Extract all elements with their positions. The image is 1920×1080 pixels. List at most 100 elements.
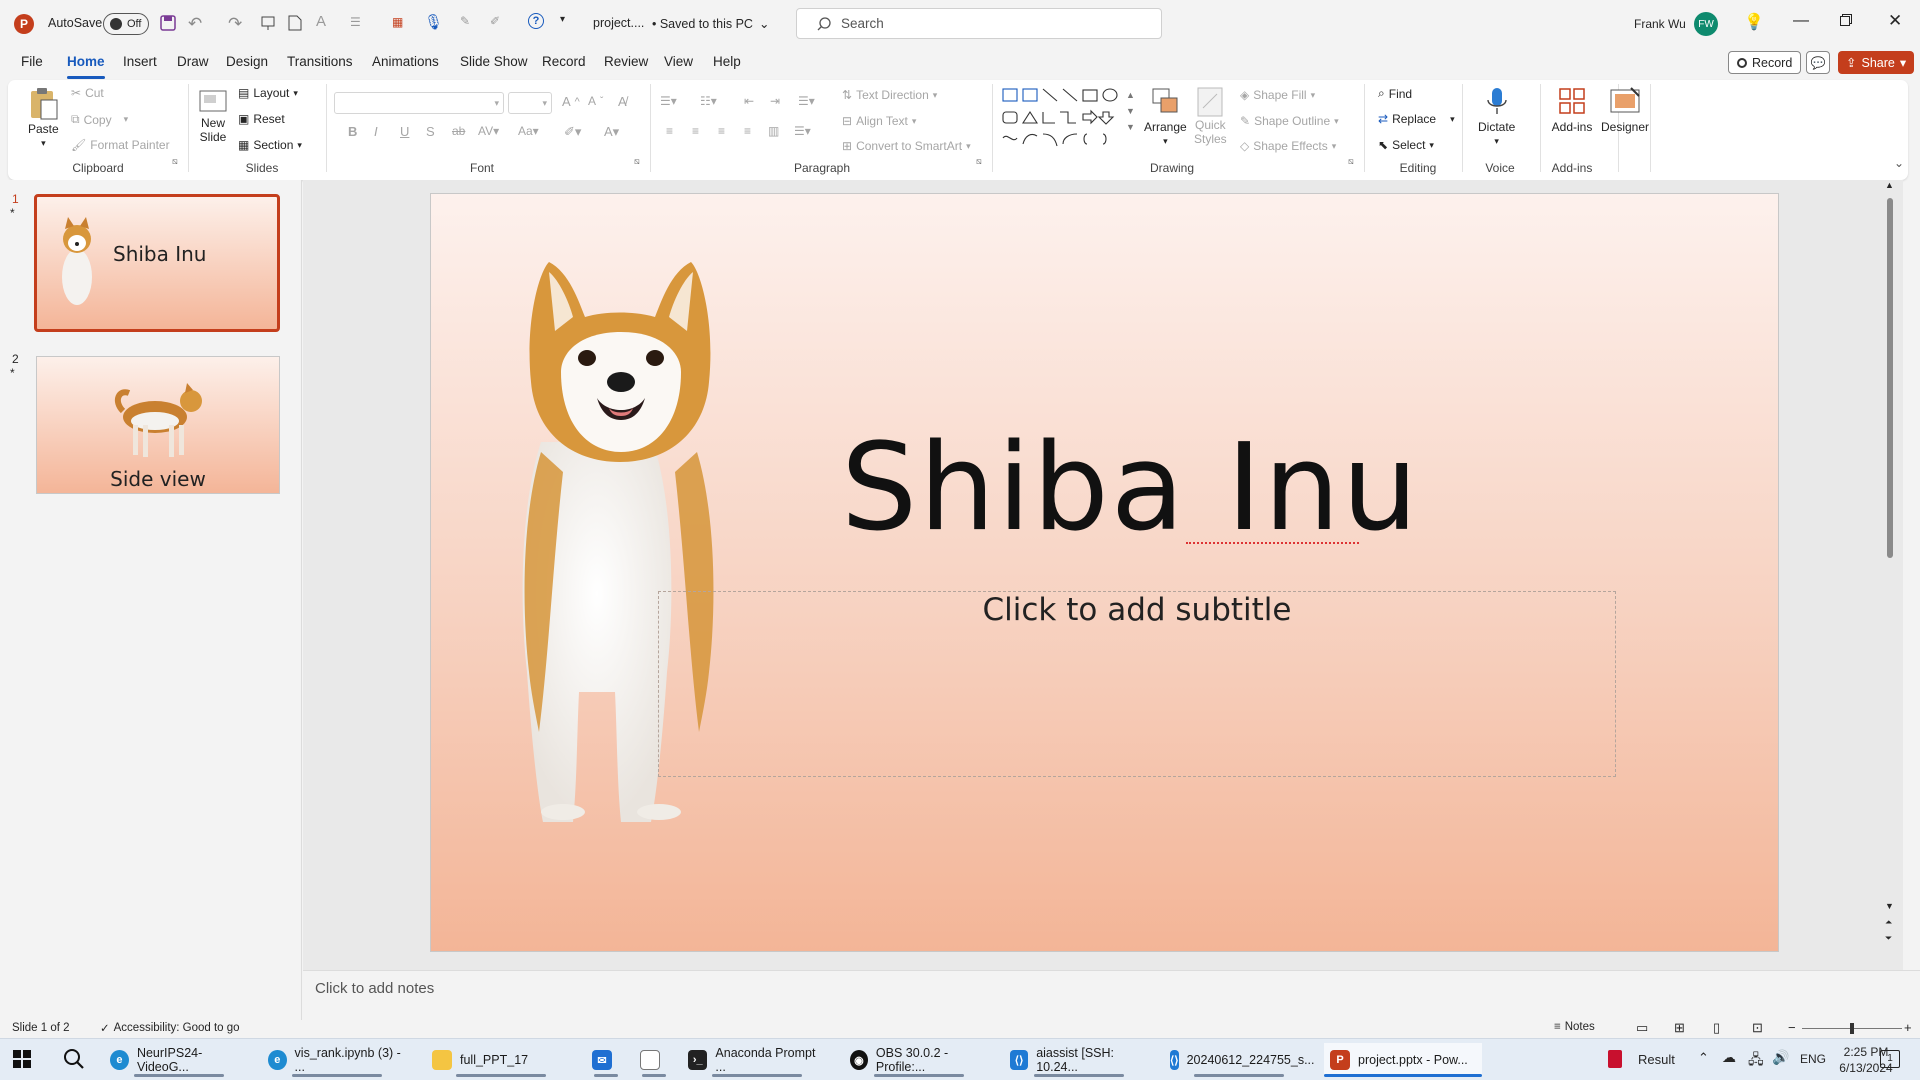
taskbar-item-vscode[interactable]: ⟨⟩ 20240612_224755_s...	[1164, 1043, 1315, 1077]
present-icon[interactable]	[260, 15, 276, 31]
spacing-icon[interactable]: ☰	[350, 15, 361, 29]
justify-icon[interactable]: ≡	[744, 124, 751, 138]
collapse-ribbon-icon[interactable]: ⌄	[1894, 156, 1904, 170]
save-status[interactable]: • Saved to this PC ⌄	[652, 16, 769, 32]
microphone-icon[interactable]: 🎙	[424, 13, 443, 31]
slide-sorter-icon[interactable]: ⊞	[1674, 1020, 1685, 1036]
bold-icon[interactable]: B	[348, 124, 357, 139]
numbering-icon[interactable]: ☷▾	[700, 94, 717, 108]
taskbar-item-vscode[interactable]: ⟨⟩ aiassist [SSH: 10.24...	[1004, 1043, 1154, 1077]
taskbar-item-edge[interactable]: e NeurIPS24-VideoG...	[104, 1043, 254, 1077]
smartart-icon[interactable]: ▦	[392, 15, 403, 29]
taskbar-item-mail[interactable]: ✉	[586, 1043, 626, 1077]
tab-draw[interactable]: Draw	[177, 54, 209, 69]
tab-review[interactable]: Review	[604, 54, 648, 69]
search-icon[interactable]	[62, 1048, 84, 1070]
tab-insert[interactable]: Insert	[123, 54, 157, 69]
tab-view[interactable]: View	[664, 54, 693, 69]
scrollbar-thumb[interactable]	[1887, 198, 1893, 558]
grow-font-icon[interactable]: A ^	[562, 94, 580, 109]
taskbar-item-explorer[interactable]: full_PPT_17	[426, 1043, 576, 1077]
shape-outline-button[interactable]: ✎ Shape Outline ▾	[1240, 114, 1339, 128]
zoom-slider-thumb[interactable]	[1850, 1023, 1854, 1034]
highlighter-icon[interactable]: ✐	[490, 14, 500, 28]
font-color-icon[interactable]: A▾	[604, 124, 619, 140]
quick-styles-button[interactable]: Quick Styles	[1194, 86, 1227, 146]
align-left-icon[interactable]: ≡	[666, 124, 673, 138]
notification-icon[interactable]: 1	[1880, 1050, 1900, 1068]
shape-fill-button[interactable]: ◈ Shape Fill ▾	[1240, 88, 1315, 102]
change-case-icon[interactable]: Aa▾	[518, 124, 539, 138]
lightbulb-icon[interactable]: 💡	[1744, 12, 1764, 32]
avatar[interactable]: FW	[1694, 12, 1718, 36]
text-align-distributed-icon[interactable]: ☰▾	[794, 124, 811, 138]
italic-icon[interactable]: I	[374, 124, 378, 139]
align-center-icon[interactable]: ≡	[692, 124, 699, 138]
accessibility-status[interactable]: ✓ Accessibility: Good to go	[100, 1021, 240, 1035]
convert-smartart-button[interactable]: ⊞ Convert to SmartArt ▾	[842, 139, 971, 153]
new-slide-button[interactable]: New Slide	[198, 86, 228, 144]
align-right-icon[interactable]: ≡	[718, 124, 725, 138]
decrease-indent-icon[interactable]: ⇤	[744, 94, 754, 108]
increase-indent-icon[interactable]: ⇥	[770, 94, 780, 108]
user-name[interactable]: Frank Wu	[1634, 17, 1686, 31]
normal-view-icon[interactable]: ▭	[1636, 1020, 1648, 1036]
cloud-icon[interactable]: ☁	[1722, 1049, 1736, 1066]
tab-home[interactable]: Home	[67, 54, 105, 79]
underline-icon[interactable]: U	[400, 124, 409, 139]
taskbar-item-powerpoint[interactable]: Pproject.pptx - Pow...	[1324, 1043, 1482, 1077]
tab-design[interactable]: Design	[226, 54, 268, 69]
slide-canvas[interactable]: Shiba Inu Click to add subtitle	[430, 193, 1779, 952]
undo-icon[interactable]: ↶	[188, 14, 202, 34]
highlight-color-icon[interactable]: ✐▾	[564, 124, 581, 140]
zoom-in-icon[interactable]: +	[1904, 1020, 1912, 1035]
align-text-button[interactable]: ⊟ Align Text ▾	[842, 114, 916, 128]
new-file-icon[interactable]	[288, 15, 302, 31]
minimize-icon[interactable]: —	[1793, 12, 1809, 30]
shapes-more-icon[interactable]: ▲ ▼ ▼	[1126, 90, 1135, 132]
autosave-toggle[interactable]: Off	[103, 13, 149, 35]
slide-title[interactable]: Shiba Inu	[841, 419, 1420, 558]
dialog-launcher-icon[interactable]: ⧅	[976, 156, 982, 167]
shapes-gallery[interactable]	[1000, 86, 1124, 148]
reset-button[interactable]: ▣ Reset	[238, 112, 285, 126]
find-button[interactable]: ⌕ Find	[1378, 86, 1412, 101]
copy-button[interactable]: ⧉ Copy ▾	[71, 112, 128, 127]
line-spacing-icon[interactable]: ☰▾	[798, 94, 815, 108]
share-button[interactable]: ⇪ Share ▾	[1838, 51, 1915, 74]
nba-icon[interactable]	[1608, 1050, 1622, 1068]
help-icon[interactable]: ?	[528, 13, 544, 29]
tab-transitions[interactable]: Transitions	[287, 54, 353, 69]
notes-pane[interactable]: Click to add notes	[303, 970, 1920, 1020]
scroll-up-icon[interactable]: ▲	[1885, 180, 1894, 190]
format-painter-button[interactable]: 🖌 Format Painter	[71, 138, 170, 152]
windows-start-icon[interactable]	[13, 1050, 31, 1068]
scroll-down-icon[interactable]: ▼	[1885, 901, 1894, 911]
text-direction-button[interactable]: ⇅ Text Direction ▾	[842, 88, 937, 102]
reading-view-icon[interactable]: ▯	[1713, 1020, 1720, 1036]
tab-slide-show[interactable]: Slide Show	[460, 54, 528, 69]
tab-animations[interactable]: Animations	[372, 54, 439, 69]
clear-formatting-icon[interactable]: A̸	[618, 94, 627, 109]
close-icon[interactable]: ✕	[1888, 11, 1902, 31]
dictate-button[interactable]: Dictate ▾	[1478, 86, 1515, 147]
slide-thumbnail[interactable]: Shiba Inu	[34, 194, 280, 332]
char-spacing-icon[interactable]: AV▾	[478, 124, 499, 138]
taskbar-item-notepad[interactable]	[634, 1043, 674, 1077]
notes-button[interactable]: ≡ Notes	[1554, 1021, 1595, 1033]
next-slide-icon[interactable]: ⏷	[1885, 933, 1892, 944]
font-family-select[interactable]: ▾	[334, 92, 504, 114]
record-button[interactable]: Record	[1728, 51, 1802, 74]
select-button[interactable]: ⬉ Select ▾	[1378, 138, 1434, 152]
shadow-icon[interactable]: S	[426, 124, 435, 139]
taskbar-item-anaconda[interactable]: ›_ Anaconda Prompt ...	[682, 1043, 832, 1077]
shrink-font-icon[interactable]: Aˇ	[588, 94, 603, 108]
language-indicator[interactable]: ENG	[1800, 1052, 1826, 1066]
tab-record[interactable]: Record	[542, 54, 586, 69]
taskbar-item-obs[interactable]: ◉ OBS 30.0.2 - Profile:...	[844, 1043, 994, 1077]
dialog-launcher-icon[interactable]: ⧅	[634, 156, 640, 167]
restore-icon[interactable]	[1840, 14, 1852, 26]
font-size-select[interactable]: ▾	[508, 92, 552, 114]
taskbar-item-edge[interactable]: e vis_rank.ipynb (3) - ...	[262, 1043, 412, 1077]
strikethrough-icon[interactable]: ab	[452, 124, 465, 138]
